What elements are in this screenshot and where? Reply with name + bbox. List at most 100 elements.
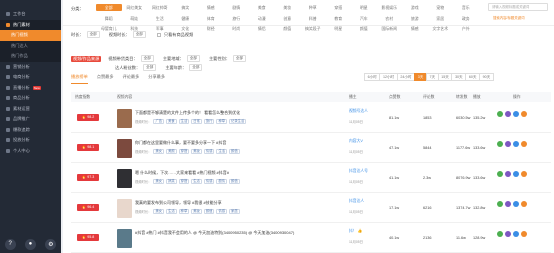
region-select[interactable]: 全部: [186, 55, 200, 62]
video-tag[interactable]: 美妆: [191, 148, 202, 154]
author-name[interactable]: 内容大V: [349, 139, 379, 144]
category-item[interactable]: 舞蹈: [96, 15, 122, 22]
analyze-icon[interactable]: [513, 201, 519, 207]
sidebar-item[interactable]: 热门达人: [0, 40, 61, 51]
video-tag[interactable]: 美颜: [166, 148, 177, 154]
video-tag[interactable]: 剧情: [216, 178, 228, 184]
category-item[interactable]: 旅游: [402, 15, 428, 22]
category-item[interactable]: 政务: [453, 15, 479, 22]
play-icon[interactable]: [497, 231, 503, 237]
video-title[interactable]: 嗯 什么时候，下次……大家来看看 #热门视频 #抖音#: [135, 170, 320, 176]
video-tag[interactable]: 穿搭: [178, 178, 190, 184]
download-icon[interactable]: [521, 141, 527, 147]
category-item[interactable]: 科普: [300, 15, 326, 22]
sidebar-item[interactable]: 投放分析: [0, 135, 61, 146]
time-range-button[interactable]: 15天: [437, 73, 453, 81]
sidebar-item[interactable]: 素材运营: [0, 104, 61, 115]
video-tag[interactable]: 日常: [191, 118, 202, 124]
category-item[interactable]: 农村: [377, 15, 403, 22]
category-item[interactable]: 游戏: [402, 4, 428, 11]
time-range-button[interactable]: 30天: [451, 73, 467, 81]
author-name[interactable]: 视频号达人: [349, 109, 379, 114]
video-tag[interactable]: 生活: [166, 208, 177, 214]
wechat-icon[interactable]: ●: [24, 238, 36, 250]
goods-category-select[interactable]: 全部: [140, 55, 154, 62]
analyze-icon[interactable]: [513, 141, 519, 147]
video-tag[interactable]: 情感: [216, 208, 228, 214]
video-tag[interactable]: 情感: [203, 178, 215, 184]
video-tag[interactable]: 旅行: [203, 118, 215, 124]
video-tag[interactable]: 美女: [153, 178, 165, 184]
search-option[interactable]: 搜索内容/标题关键词: [493, 15, 524, 20]
collect-icon[interactable]: [505, 231, 511, 237]
video-thumbnail[interactable]: [117, 139, 132, 158]
category-item[interactable]: 旅行: [224, 15, 250, 22]
duration-select[interactable]: 全部: [86, 31, 100, 38]
gender-select[interactable]: 全部: [232, 55, 247, 62]
category-item[interactable]: 网红美女: [122, 4, 148, 11]
category-item[interactable]: 教育: [326, 15, 352, 22]
analyze-icon[interactable]: [513, 231, 519, 237]
collect-icon[interactable]: [505, 201, 511, 207]
time-range-button[interactable]: 90天: [479, 73, 494, 81]
author-name[interactable]: 抖音达人号: [349, 169, 379, 174]
goods-checkbox[interactable]: [156, 32, 161, 37]
table-row[interactable]: 🔥 97.3 嗯 什么时候，下次……大家来看看 #热门视频 #抖音# 视频时长： 美女…: [71, 164, 551, 193]
category-item[interactable]: 情侣: [249, 25, 275, 32]
video-tag[interactable]: 颜值: [203, 208, 215, 214]
source-tag[interactable]: 视频/作品来源: [71, 55, 102, 62]
time-range-button[interactable]: 24小时: [396, 73, 416, 81]
category-item[interactable]: 剧情: [224, 4, 250, 11]
sidebar-item[interactable]: 热门作品: [0, 51, 61, 62]
download-icon[interactable]: [521, 231, 527, 237]
category-item[interactable]: 国际新闻: [377, 25, 403, 32]
table-row[interactable]: 🔥 98.1 你门都在这里要做什么事，要不要多分享一下 #抖音 视频时长： 美女 美颜穿…: [71, 134, 551, 163]
category-item[interactable]: 美食: [249, 4, 275, 11]
sidebar-item[interactable]: 热门视频: [0, 30, 61, 41]
analyze-icon[interactable]: [513, 111, 519, 117]
video-tag[interactable]: 生活: [216, 148, 228, 154]
category-item[interactable]: 全部: [96, 4, 122, 11]
author-name[interactable]: 抖音达人: [349, 199, 379, 204]
video-tag[interactable]: 美食: [166, 118, 177, 124]
sidebar-item[interactable]: 工作台: [0, 9, 61, 20]
collect-icon[interactable]: [505, 141, 511, 147]
settings-icon[interactable]: ⚙: [45, 238, 57, 250]
category-item[interactable]: 时尚: [224, 25, 250, 32]
category-item[interactable]: 家居: [428, 15, 454, 22]
fans-select[interactable]: 全部: [143, 64, 157, 71]
category-item[interactable]: 情感: [402, 25, 428, 32]
video-tag[interactable]: 种草: [216, 118, 228, 124]
sidebar-item[interactable]: 爆款追踪: [0, 125, 61, 136]
video-tag[interactable]: 颜值: [229, 178, 240, 184]
video-tag[interactable]: 种草: [178, 208, 190, 214]
play-icon[interactable]: [497, 111, 503, 117]
download-icon[interactable]: [521, 201, 527, 207]
video-tag[interactable]: 情感: [203, 148, 215, 154]
collect-icon[interactable]: [505, 171, 511, 177]
video-tag[interactable]: 广告: [153, 118, 165, 124]
search-input[interactable]: 请输入视频标题或关键词: [488, 3, 548, 11]
play-icon[interactable]: [497, 141, 503, 147]
video-tag[interactable]: 搞笑: [166, 178, 177, 184]
video-thumbnail[interactable]: [117, 229, 132, 248]
table-row[interactable]: 🔥 95.8 #抖音 #热门 #抖音我不会用的人 @ 今天加油特别(3400950…: [71, 224, 551, 253]
category-item[interactable]: 搞笑段子: [300, 25, 326, 32]
category-item[interactable]: 财经: [198, 25, 224, 32]
category-item[interactable]: 萌娃: [122, 15, 148, 22]
category-item[interactable]: 动漫: [249, 15, 275, 22]
analyze-icon[interactable]: [513, 171, 519, 177]
category-item[interactable]: 体育: [198, 15, 224, 22]
sidebar-item[interactable]: 热门素材: [0, 19, 61, 30]
author-name[interactable]: 抖！ 👍: [349, 229, 379, 234]
category-item[interactable]: 宠物: [428, 4, 454, 11]
video-title[interactable]: #抖音 #热门 #抖音我不会用的人 @ 今天加油特别(3400950235) @…: [135, 230, 320, 236]
video-title[interactable]: 我真的要发布到公司领导，领导 #我很 #技能分享: [135, 200, 320, 206]
video-thumbnail[interactable]: [117, 169, 132, 188]
age-select[interactable]: 全部: [189, 64, 203, 71]
video-tag[interactable]: 颜值: [229, 148, 240, 154]
category-item[interactable]: 网红帅哥: [147, 4, 173, 11]
sidebar-item[interactable]: 品牌推广: [0, 114, 61, 125]
video-tag[interactable]: 家居: [229, 208, 240, 214]
category-item[interactable]: 明星: [351, 4, 377, 11]
